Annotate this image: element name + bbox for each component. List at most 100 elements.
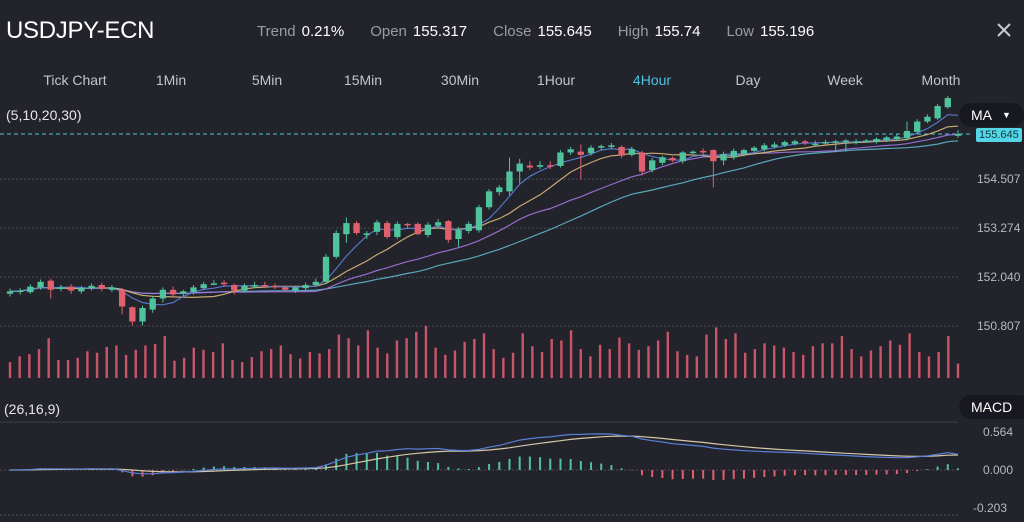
- macd-histogram-bar: [742, 470, 745, 479]
- macd-histogram-bar: [916, 470, 919, 472]
- volume-bar: [328, 349, 331, 378]
- candle-up: [689, 151, 697, 154]
- volume-bar: [869, 350, 873, 378]
- candle-up: [536, 165, 544, 167]
- volume-bar: [937, 352, 940, 378]
- macd-histogram-bar: [783, 470, 786, 476]
- volume-bar: [463, 341, 466, 378]
- macd-histogram-bar: [641, 470, 643, 476]
- volume-bar: [714, 327, 718, 378]
- volume-bar: [453, 350, 457, 378]
- volume-bar: [86, 351, 89, 378]
- volume-bar: [734, 333, 737, 378]
- volume-bar: [860, 356, 863, 378]
- volume-bar: [308, 352, 312, 378]
- volume-bar: [492, 349, 495, 378]
- volume-bar: [240, 362, 244, 378]
- volume-bar: [927, 356, 931, 378]
- candle-up: [832, 141, 839, 143]
- volume-bar: [76, 357, 79, 378]
- volume-bar: [260, 351, 263, 378]
- macd-histogram-bar: [855, 470, 858, 475]
- candle-up: [251, 285, 258, 287]
- candle-up: [934, 106, 941, 119]
- volume-bar: [134, 349, 137, 378]
- macd-histogram-bar: [345, 453, 348, 470]
- macd-histogram-bar: [549, 458, 552, 470]
- candle-down: [710, 150, 717, 162]
- candle-up: [292, 287, 299, 291]
- candle-up: [863, 140, 870, 143]
- candle-up: [659, 157, 666, 163]
- candle-up: [954, 134, 962, 136]
- candle-up: [883, 137, 890, 140]
- volume-bar: [482, 333, 486, 378]
- candle-up: [302, 285, 309, 289]
- macd-histogram-bar: [824, 470, 827, 476]
- macd-histogram-bar: [488, 463, 491, 470]
- volume-bar: [366, 330, 370, 378]
- volume-bar: [279, 345, 283, 378]
- candle-down: [98, 285, 105, 289]
- volume-bar: [115, 345, 118, 378]
- candle-up: [6, 291, 14, 294]
- volume-bar: [405, 338, 408, 378]
- candle-down: [618, 146, 625, 156]
- macd-histogram-bar: [804, 470, 807, 476]
- volume-bar: [511, 352, 515, 378]
- volume-bar: [879, 346, 882, 378]
- candle-down: [547, 165, 554, 167]
- macd-histogram-bar: [895, 470, 898, 475]
- volume-bar: [656, 340, 660, 378]
- macd-histogram-bar: [498, 461, 501, 470]
- candle-down: [801, 141, 809, 143]
- volume-bar: [782, 347, 786, 378]
- macd-histogram-bar: [590, 462, 593, 470]
- candle-up: [679, 152, 686, 162]
- volume-bar: [589, 356, 592, 378]
- candle-up: [27, 286, 34, 293]
- candle-up: [139, 308, 146, 322]
- volume-bar: [598, 344, 602, 378]
- candle-up: [506, 171, 513, 192]
- volume-bar: [289, 354, 292, 378]
- candle-up: [567, 149, 574, 153]
- volume-bar: [637, 349, 640, 378]
- macd-histogram-bar: [335, 458, 338, 470]
- volume-bar: [521, 333, 524, 378]
- macd-histogram-bar: [559, 458, 562, 470]
- volume-bar: [318, 353, 321, 378]
- candle-up: [944, 98, 951, 108]
- candle-up: [455, 230, 462, 239]
- candle-up: [761, 145, 768, 150]
- macd-histogram-bar: [691, 470, 694, 479]
- candle-up: [649, 160, 656, 170]
- macd-histogram-bar: [814, 470, 817, 476]
- volume-bar: [163, 336, 166, 378]
- candle-up: [210, 283, 218, 285]
- volume-bar: [947, 336, 950, 378]
- candle-up: [740, 150, 748, 155]
- candle-up: [343, 223, 350, 235]
- volume-bar: [743, 352, 747, 378]
- macd-histogram-bar: [416, 460, 419, 470]
- price-chart[interactable]: [0, 0, 1024, 522]
- candle-down: [526, 165, 534, 168]
- macd-histogram-bar: [753, 470, 756, 478]
- volume-bar: [144, 345, 147, 378]
- candle-up: [924, 116, 931, 122]
- candle-down: [129, 307, 136, 322]
- volume-bar: [763, 343, 766, 378]
- candle-up: [903, 131, 911, 139]
- volume-bar: [502, 357, 505, 378]
- volume-bar: [124, 354, 128, 378]
- candle-up: [37, 281, 44, 288]
- macd-histogram-bar: [610, 465, 613, 470]
- macd-histogram-bar: [477, 467, 480, 470]
- volume-bar: [153, 344, 157, 378]
- volume-bar: [95, 352, 99, 378]
- candle-up: [822, 142, 829, 144]
- volume-bar: [540, 352, 544, 378]
- volume-bar: [250, 357, 254, 378]
- volume-bar: [918, 352, 921, 378]
